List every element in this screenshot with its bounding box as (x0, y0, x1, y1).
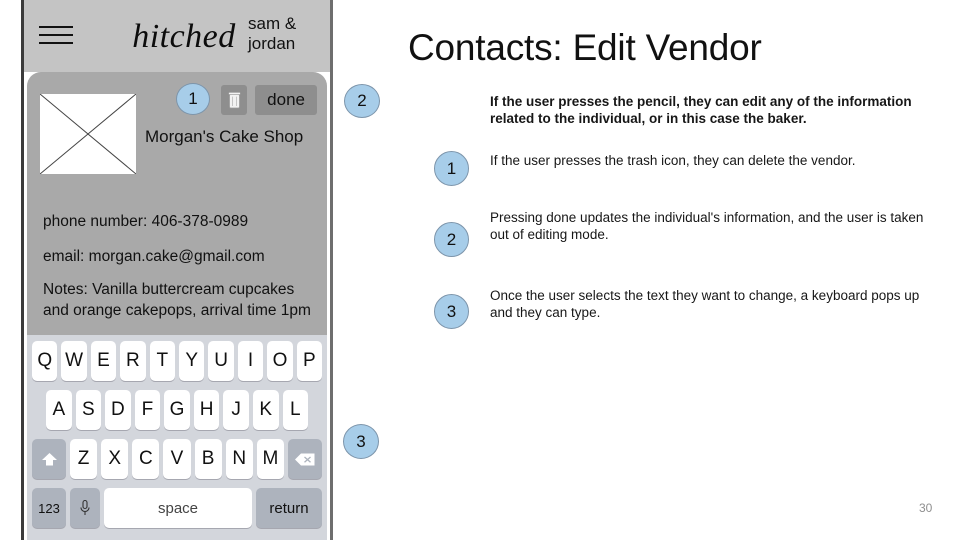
done-button[interactable]: done (255, 85, 317, 115)
key-z[interactable]: Z (70, 439, 98, 479)
key-s[interactable]: S (75, 390, 102, 430)
key-p[interactable]: P (296, 341, 323, 381)
page-title: Contacts: Edit Vendor (408, 27, 762, 68)
key-e[interactable]: E (90, 341, 117, 381)
note-badge-1: 1 (434, 151, 469, 186)
keyboard-row-1: Q W E R T Y U I O P (27, 340, 327, 382)
key-n[interactable]: N (225, 439, 253, 479)
couple-name-label: sam & jordan (248, 14, 297, 53)
hamburger-bar (39, 34, 73, 36)
key-w[interactable]: W (61, 341, 87, 381)
shift-glyph (41, 452, 57, 465)
microphone-glyph (80, 499, 90, 515)
vendor-avatar-placeholder[interactable] (40, 94, 136, 174)
key-q[interactable]: Q (32, 341, 58, 381)
callout-badge-done: 2 (344, 84, 380, 118)
shift-arrow-icon[interactable] (32, 439, 66, 479)
numeric-mode-key[interactable]: 123 (32, 488, 66, 528)
note-badge-3: 3 (434, 294, 469, 329)
hamburger-bar (39, 26, 73, 28)
return-key[interactable]: return (256, 488, 322, 528)
phone-mockup: hitched sam & jordan done Morgan's Cake (21, 0, 333, 540)
key-x[interactable]: X (101, 439, 129, 479)
key-j[interactable]: J (223, 390, 249, 430)
app-header: hitched sam & jordan (24, 0, 330, 72)
vendor-email-field[interactable]: email: morgan.cake@gmail.com (43, 246, 317, 267)
page-number: 30 (919, 501, 933, 515)
key-f[interactable]: F (134, 390, 161, 430)
vendor-phone-field[interactable]: phone number: 406-378-0989 (43, 211, 317, 232)
key-a[interactable]: A (46, 390, 72, 430)
key-m[interactable]: M (256, 439, 284, 479)
key-r[interactable]: R (120, 341, 146, 381)
keyboard-row-3: Z X C V B N M (27, 438, 327, 480)
note-badge-2: 2 (434, 222, 469, 257)
vendor-detail-card: done Morgan's Cake Shop phone number: 40… (27, 72, 327, 335)
callout-badge-pencil: 1 (176, 83, 210, 115)
key-o[interactable]: O (267, 341, 293, 381)
key-v[interactable]: V (163, 439, 191, 479)
key-u[interactable]: U (208, 341, 234, 381)
keyboard-row-4: 123 space return (27, 487, 327, 529)
space-key[interactable]: space (104, 488, 252, 528)
card-toolbar: done (221, 85, 317, 115)
trash-glyph (227, 92, 241, 109)
vendor-name-label[interactable]: Morgan's Cake Shop (145, 127, 303, 147)
vendor-notes-field[interactable]: Notes: Vanilla buttercream cupcakes and … (43, 279, 317, 321)
backspace-glyph (294, 453, 315, 465)
note-text-2: Pressing done updates the individual's i… (490, 210, 924, 242)
note-text-3: Once the user selects the text they want… (490, 288, 920, 320)
microphone-icon[interactable] (70, 488, 100, 528)
key-h[interactable]: H (193, 390, 220, 430)
trash-icon[interactable] (221, 85, 248, 115)
keyboard-row-2: A S D F G H J K L (27, 389, 327, 431)
key-c[interactable]: C (132, 439, 160, 479)
backspace-icon[interactable] (287, 439, 322, 479)
hamburger-bar (39, 42, 73, 44)
image-placeholder-icon (40, 94, 136, 174)
note-text-1: If the user presses the trash icon, they… (490, 153, 856, 168)
key-l[interactable]: L (282, 390, 309, 430)
app-brand-logo: hitched (132, 18, 236, 55)
key-i[interactable]: I (237, 341, 264, 381)
on-screen-keyboard: Q W E R T Y U I O P A S D F G H J K L Z … (27, 335, 327, 540)
key-g[interactable]: G (164, 390, 190, 430)
key-d[interactable]: D (105, 390, 131, 430)
key-y[interactable]: Y (179, 341, 205, 381)
key-k[interactable]: K (252, 390, 279, 430)
key-t[interactable]: T (149, 341, 176, 381)
note-intro-text: If the user presses the pencil, they can… (490, 94, 912, 126)
key-b[interactable]: B (194, 439, 222, 479)
callout-badge-keyboard: 3 (343, 424, 379, 459)
hamburger-menu-icon[interactable] (39, 26, 73, 46)
